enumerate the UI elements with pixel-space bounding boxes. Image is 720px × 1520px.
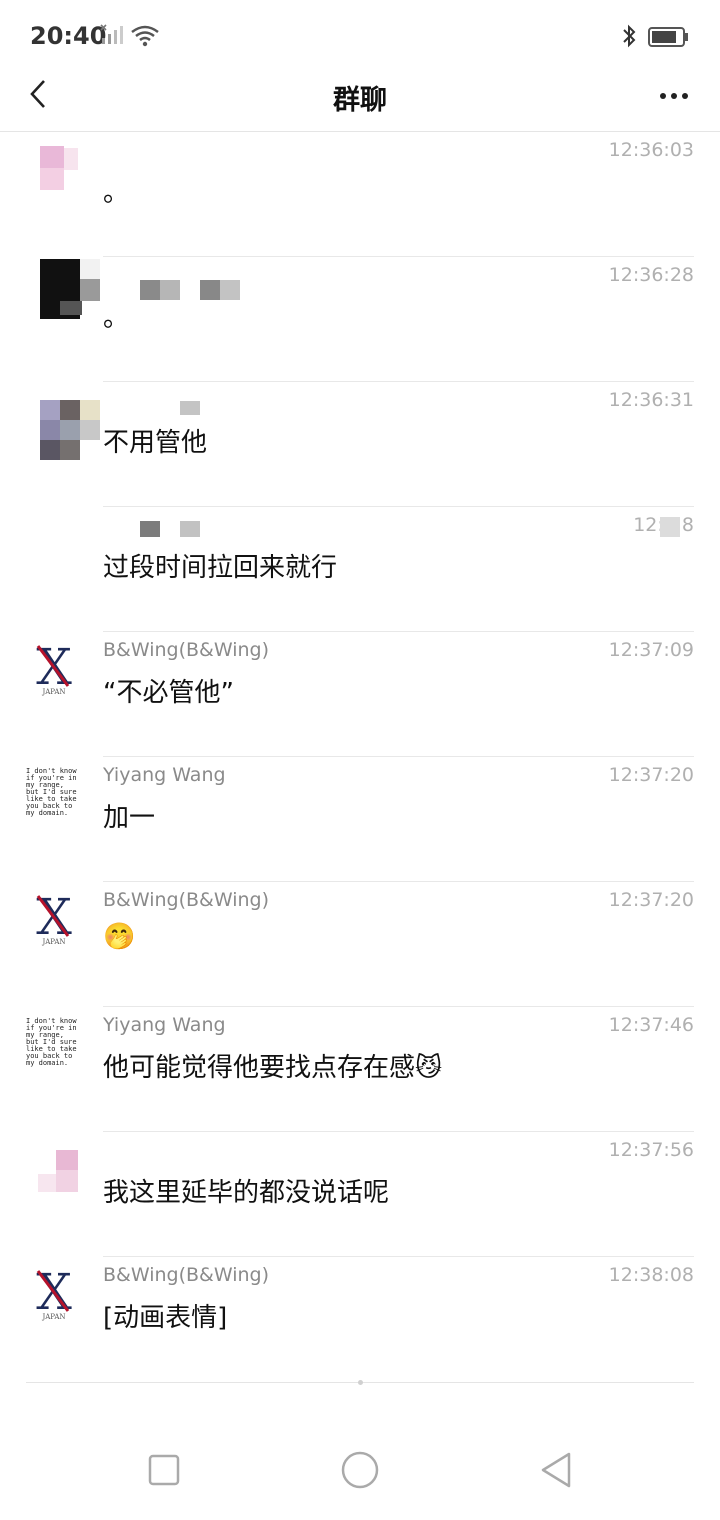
list-item[interactable]: X JAPAN B&Wing(B&Wing) 12:37:09 “不必管他” (0, 632, 720, 757)
sender-name-blur (140, 280, 240, 304)
system-back-button[interactable] (534, 1450, 578, 1494)
message-time: 12:37:20 (608, 764, 694, 786)
recent-apps-icon (148, 1454, 180, 1490)
message-text: “不必管他” (103, 678, 234, 708)
message-time: 12:36:31 (608, 389, 694, 411)
status-time: 20:40 (30, 22, 107, 50)
message-text: 🤭 (103, 922, 136, 952)
list-item[interactable]: 12:37:56 我这里延毕的都没说话呢 (0, 1132, 720, 1257)
message-text: 我这里延毕的都没说话呢 (103, 1178, 390, 1208)
list-item[interactable]: 12:36:31 不用管他 (0, 382, 720, 507)
system-nav-bar (0, 1420, 720, 1520)
recent-apps-button[interactable] (142, 1450, 186, 1494)
time-blur (660, 517, 680, 541)
home-icon (340, 1450, 380, 1494)
back-icon (539, 1452, 573, 1492)
message-time: 12:37:46 (608, 1014, 694, 1036)
message-text: [动画表情] (103, 1303, 228, 1333)
wifi-icon (130, 24, 160, 52)
list-item[interactable]: 12:36:28 。 (0, 257, 720, 382)
avatar[interactable]: X JAPAN (26, 1265, 82, 1321)
sender-name: B&Wing(B&Wing) (103, 889, 270, 911)
avatar[interactable]: I don't know if you're in my range, but … (26, 765, 82, 821)
message-text: 。 (103, 303, 130, 333)
message-time: 12:38:08 (608, 1264, 694, 1286)
message-text: 过段时间拉回来就行 (103, 553, 338, 583)
scroll-indicator (358, 1380, 363, 1385)
avatar[interactable]: X JAPAN (26, 890, 82, 946)
list-item[interactable]: I don't know if you're in my range, but … (0, 1007, 720, 1132)
message-time: 12:37:20 (608, 889, 694, 911)
more-button[interactable] (652, 78, 696, 114)
message-text: 。 (103, 178, 130, 208)
message-time: 12:37:09 (608, 639, 694, 661)
avatar[interactable] (40, 400, 100, 460)
avatar[interactable]: X JAPAN (26, 640, 82, 696)
avatar[interactable] (40, 259, 100, 319)
more-dots-icon (660, 93, 666, 99)
avatar[interactable]: I don't know if you're in my range, but … (26, 1015, 82, 1071)
avatar[interactable] (26, 1140, 82, 1196)
home-button[interactable] (338, 1450, 382, 1494)
list-item[interactable]: X JAPAN B&Wing(B&Wing) 12:38:08 [动画表情] (0, 1257, 720, 1382)
svg-text:my domain.: my domain. (26, 1059, 68, 1067)
list-item[interactable]: 12:3 8 过段时间拉回来就行 (0, 507, 720, 632)
list-item[interactable]: I don't know if you're in my range, but … (0, 757, 720, 882)
nav-bar: 群聊 (0, 72, 720, 132)
svg-text:JAPAN: JAPAN (41, 1313, 65, 1321)
sender-name: B&Wing(B&Wing) (103, 639, 270, 661)
message-time: 12:36:03 (608, 139, 694, 161)
svg-text:JAPAN: JAPAN (41, 938, 65, 946)
avatar[interactable] (26, 140, 82, 196)
list-item[interactable]: X JAPAN B&Wing(B&Wing) 12:37:20 🤭 (0, 882, 720, 1007)
page-title: 群聊 (333, 85, 387, 116)
list-item[interactable]: 12:36:03 。 (0, 132, 720, 257)
signal-icon (100, 24, 124, 50)
battery-icon (648, 27, 690, 51)
message-time: 12:37:56 (608, 1139, 694, 1161)
status-bar: 20:40 (0, 0, 720, 72)
bluetooth-icon (620, 24, 638, 52)
message-text: 他可能觉得他要找点存在感😼 (103, 1053, 443, 1083)
svg-text:JAPAN: JAPAN (41, 688, 65, 696)
message-list[interactable]: 12:36:03 。 12:36:28 。 12:36:31 不用管他 12:3… (0, 132, 720, 1392)
message-text: 加一 (103, 803, 156, 833)
sender-name: B&Wing(B&Wing) (103, 1264, 270, 1286)
svg-text:my domain.: my domain. (26, 809, 68, 817)
message-text: 不用管他 (103, 428, 208, 458)
sender-name-blur (140, 521, 200, 541)
sender-name: Yiyang Wang (103, 1014, 226, 1036)
sender-name-blur (180, 400, 200, 419)
message-time: 12:36:28 (608, 264, 694, 286)
sender-name: Yiyang Wang (103, 764, 226, 786)
